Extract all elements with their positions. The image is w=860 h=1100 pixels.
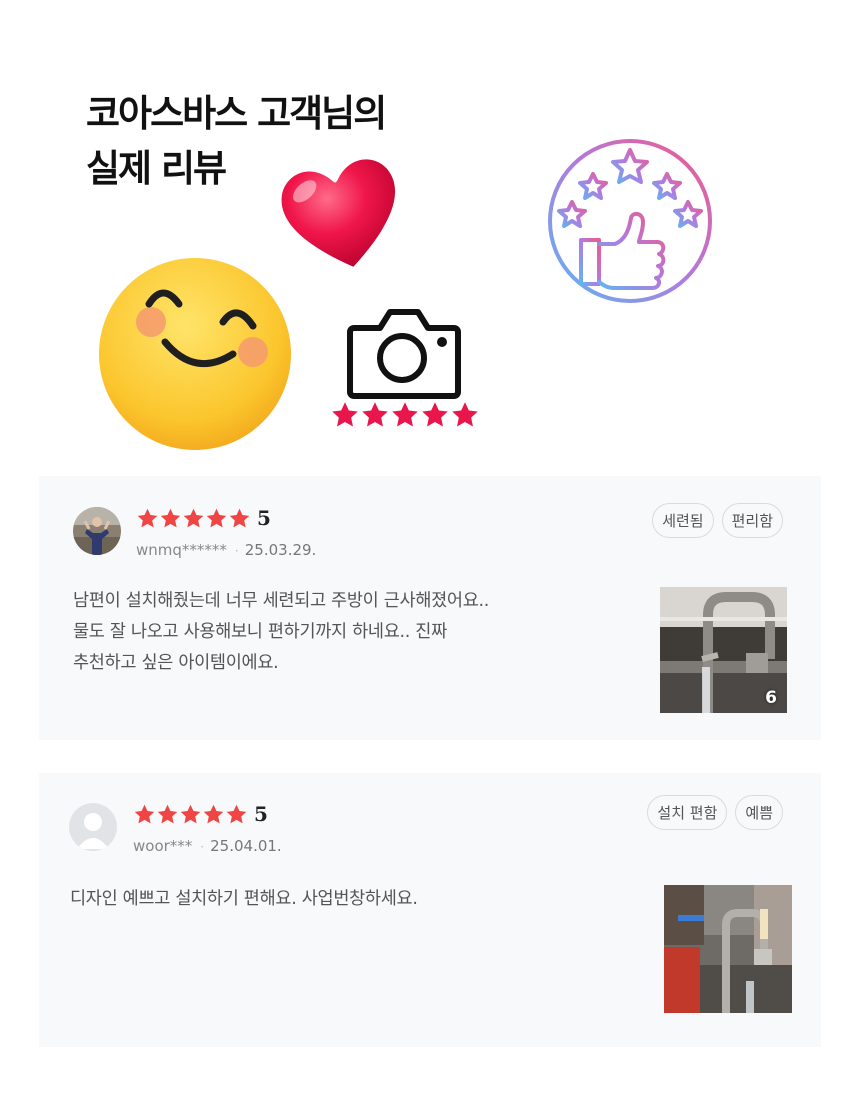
star-icon bbox=[225, 803, 248, 826]
review-date: 25.04.01. bbox=[210, 837, 282, 855]
review-tag[interactable]: 예쁨 bbox=[735, 795, 783, 830]
star-icon bbox=[136, 507, 159, 530]
heart-icon bbox=[281, 159, 395, 267]
review-card: 5 wnmq****** · 25.03.29. 세련됨 편리함 남편이 설치해줬는… bbox=[39, 476, 821, 740]
star-icon bbox=[182, 507, 205, 530]
page-title-line-1: 코아스바스 고객님의 bbox=[86, 92, 387, 135]
review-date: 25.03.29. bbox=[244, 541, 317, 559]
review-tag[interactable]: 세련됨 bbox=[652, 503, 714, 538]
avatar[interactable] bbox=[69, 803, 117, 851]
review-text-line: 물도 잘 나오고 사용해보니 편하기까지 하네요.. 진짜 bbox=[73, 622, 447, 642]
review-meta: woor*** · 25.04.01. bbox=[133, 837, 282, 855]
review-text: 남편이 설치해줬는데 너무 세련되고 주방이 근사해졌어요.. 물도 잘 나오고… bbox=[73, 586, 489, 679]
thumbs-up-stars-icon bbox=[548, 139, 712, 303]
photo-count: 6 bbox=[765, 688, 777, 708]
avatar[interactable] bbox=[73, 507, 121, 555]
meta-separator: · bbox=[200, 840, 205, 854]
review-text-line: 추천하고 싶은 아이템이에요. bbox=[73, 653, 279, 673]
star-icon bbox=[159, 507, 182, 530]
star-icon bbox=[133, 803, 156, 826]
review-tag[interactable]: 설치 편함 bbox=[647, 795, 728, 830]
smiling-face-icon bbox=[99, 258, 291, 450]
review-text: 디자인 예쁘고 설치하기 편해요. 사업번창하세요. bbox=[70, 884, 418, 915]
review-tag[interactable]: 편리함 bbox=[721, 503, 783, 538]
review-card: 5 woor*** · 25.04.01. 설치 편함 예쁨 디자인 예쁘고 설치하… bbox=[39, 773, 821, 1047]
reviewer-name: wnmq****** bbox=[136, 541, 227, 559]
star-icon bbox=[156, 803, 179, 826]
review-photo[interactable] bbox=[664, 885, 792, 1013]
camera-icon bbox=[347, 309, 461, 399]
rating-value: 5 bbox=[254, 802, 268, 826]
star-icon bbox=[228, 507, 251, 530]
rating-value: 5 bbox=[257, 506, 271, 530]
review-text-line: 디자인 예쁘고 설치하기 편해요. 사업번창하세요. bbox=[70, 889, 418, 909]
star-icon bbox=[179, 803, 202, 826]
review-tags: 세련됨 편리함 bbox=[652, 503, 783, 538]
default-user-icon bbox=[69, 803, 117, 851]
review-meta: wnmq****** · 25.03.29. bbox=[136, 541, 316, 559]
meta-separator: · bbox=[234, 544, 239, 558]
reviewer-name: woor*** bbox=[133, 837, 193, 855]
review-photo[interactable]: 6 bbox=[660, 587, 787, 713]
review-text-line: 남편이 설치해줬는데 너무 세련되고 주방이 근사해졌어요.. bbox=[73, 591, 490, 611]
rating-stars: 5 bbox=[133, 802, 268, 826]
star-icon bbox=[205, 507, 228, 530]
star-icon bbox=[202, 803, 225, 826]
review-tags: 설치 편함 예쁨 bbox=[647, 795, 783, 830]
rating-stars: 5 bbox=[136, 506, 271, 530]
camera-rating-stars bbox=[332, 402, 478, 427]
